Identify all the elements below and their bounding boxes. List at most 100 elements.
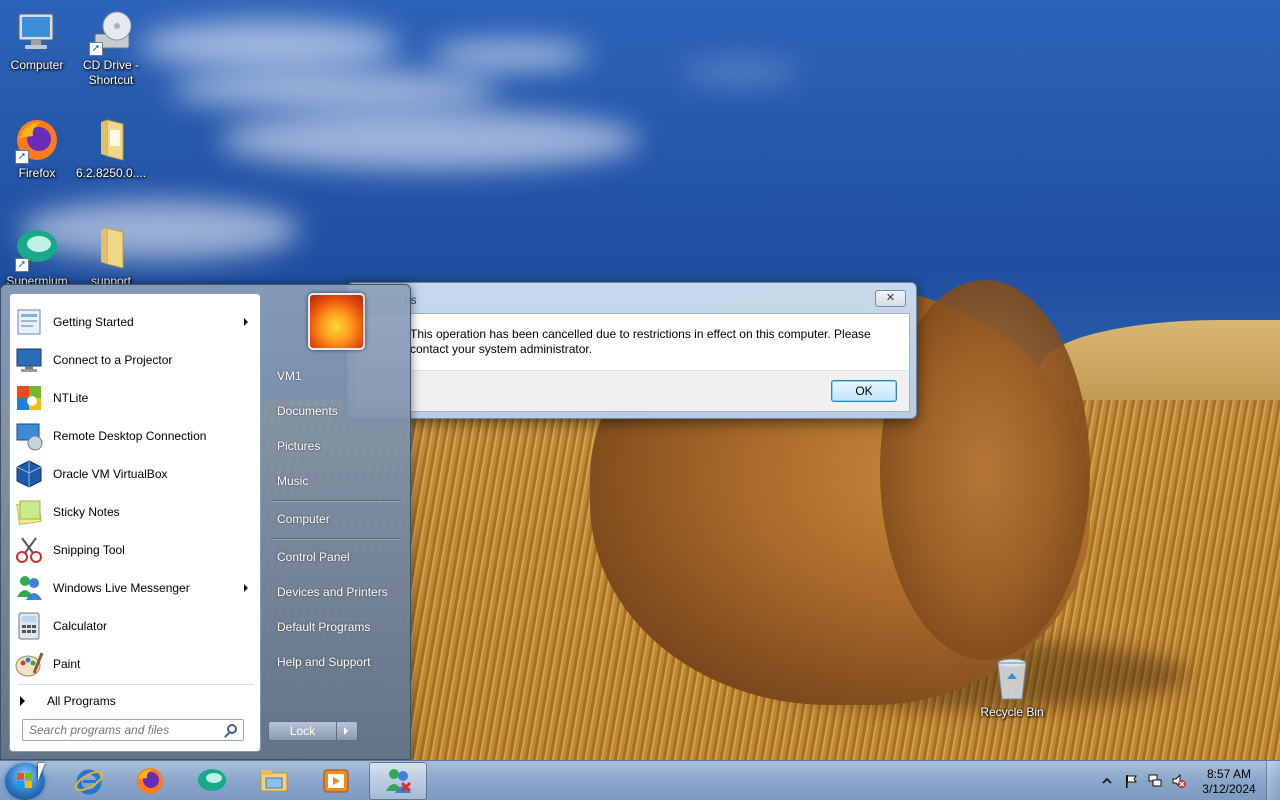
taskbar-firefox[interactable]: [121, 762, 179, 800]
computer-icon: [13, 8, 61, 56]
dialog-message: This operation has been cancelled due to…: [410, 327, 871, 356]
windows-logo-icon: [17, 773, 33, 789]
dialog-body: This operation has been cancelled due to…: [354, 313, 910, 412]
link-devices-and-printers[interactable]: Devices and Printers: [277, 585, 388, 599]
program-calculator[interactable]: Calculator: [14, 608, 258, 644]
sticky-notes-icon: [14, 497, 44, 527]
ok-button[interactable]: OK: [831, 380, 897, 402]
link-pictures[interactable]: Pictures: [277, 439, 320, 453]
system-clock[interactable]: 8:57 AM 3/12/2024: [1196, 767, 1262, 797]
volume-muted-icon[interactable]: [1172, 773, 1186, 789]
link-computer[interactable]: Computer: [277, 512, 330, 526]
program-label: Windows Live Messenger: [53, 581, 190, 595]
taskbar-media-player[interactable]: [307, 762, 365, 800]
taskbar: 8:57 AM 3/12/2024: [0, 760, 1280, 800]
paint-icon: [14, 649, 44, 679]
program-ntlite[interactable]: NTLite: [14, 380, 258, 416]
cd-drive-icon: ➚: [87, 8, 135, 56]
remote-desktop-icon: [14, 421, 44, 451]
program-paint[interactable]: Paint: [14, 646, 258, 682]
shortcut-arrow-icon: ➚: [15, 258, 29, 272]
desktop-icon-support[interactable]: support: [72, 224, 150, 289]
lock-button-group: Lock: [268, 721, 358, 741]
recycle-bin-icon: [988, 655, 1036, 703]
start-menu-programs-pane: Getting Started Connect to a Projector N…: [9, 293, 261, 752]
calculator-icon: [14, 611, 44, 641]
virtualbox-icon: [14, 459, 44, 489]
submenu-arrow-icon: [244, 584, 248, 592]
search-icon[interactable]: [227, 724, 237, 734]
program-sticky-notes[interactable]: Sticky Notes: [14, 494, 258, 530]
supermium-icon: ➚: [13, 224, 61, 272]
program-label: Calculator: [53, 619, 108, 633]
desktop-icon-firefox[interactable]: ➚ Firefox: [0, 116, 76, 181]
shortcut-arrow-icon: ➚: [89, 42, 103, 56]
shutdown-options-arrow-icon[interactable]: [337, 722, 357, 740]
link-default-programs[interactable]: Default Programs: [277, 620, 370, 634]
desktop-icon-computer[interactable]: Computer: [0, 8, 76, 73]
dialog-close-button[interactable]: ✕: [875, 290, 906, 307]
folder-icon: [87, 224, 135, 272]
restrictions-dialog: ns ✕ This operation has been cancelled d…: [347, 282, 917, 419]
close-icon: ✕: [885, 292, 896, 304]
program-label: Snipping Tool: [53, 543, 125, 557]
firefox-icon: ➚: [13, 116, 61, 164]
folder-icon: [87, 116, 135, 164]
lock-button[interactable]: Lock: [269, 722, 337, 740]
taskbar-supermium[interactable]: [183, 762, 241, 800]
desktop-icon-label: Recycle Bin: [980, 705, 1044, 719]
desktop-icon-supermium[interactable]: ➚ Supermium: [0, 224, 76, 289]
dialog-footer: OK: [355, 370, 909, 411]
shortcut-arrow-icon: ➚: [15, 150, 29, 164]
link-user-folder[interactable]: VM1: [277, 369, 302, 383]
right-pane-divider: [271, 500, 401, 501]
program-label: Getting Started: [53, 315, 134, 329]
ntlite-icon: [14, 383, 44, 413]
action-center-flag-icon[interactable]: [1124, 774, 1138, 788]
messenger-icon: [386, 769, 412, 793]
right-pane-divider: [271, 538, 401, 539]
desktop-icon-label: Firefox: [18, 166, 56, 180]
program-connect-to-a-projector[interactable]: Connect to a Projector: [14, 342, 258, 378]
program-windows-live-messenger[interactable]: Windows Live Messenger: [14, 570, 258, 606]
file-explorer-icon: [260, 770, 288, 792]
link-help-and-support[interactable]: Help and Support: [277, 655, 370, 669]
program-label: NTLite: [53, 391, 89, 405]
media-player-icon: [323, 769, 349, 793]
desktop-icon-folder-6-2-8250[interactable]: 6.2.8250.0....: [72, 116, 150, 181]
desktop-icon-recycle-bin[interactable]: Recycle Bin: [973, 655, 1051, 720]
submenu-arrow-icon: [244, 318, 248, 326]
desktop-icon-label: Computer: [10, 58, 64, 72]
program-snipping-tool[interactable]: Snipping Tool: [14, 532, 258, 568]
projector-icon: [14, 345, 44, 375]
taskbar-windows-live-messenger[interactable]: [369, 762, 427, 800]
clock-date: 3/12/2024: [1202, 782, 1256, 796]
program-oracle-vm-virtualbox[interactable]: Oracle VM VirtualBox: [14, 456, 258, 492]
program-label: Paint: [53, 657, 81, 671]
mouse-cursor-icon: [38, 763, 45, 781]
program-remote-desktop-connection[interactable]: Remote Desktop Connection: [14, 418, 258, 454]
all-programs-button[interactable]: All Programs: [20, 690, 116, 712]
user-account-picture[interactable]: [308, 293, 365, 350]
program-label: Sticky Notes: [53, 505, 120, 519]
clock-time: 8:57 AM: [1206, 767, 1252, 781]
supermium-icon: [198, 769, 226, 791]
desktop-icon-label: CD Drive - Shortcut: [83, 58, 139, 87]
taskbar-file-explorer[interactable]: [245, 762, 303, 800]
taskbar-internet-explorer[interactable]: [60, 762, 118, 800]
search-input[interactable]: [29, 720, 223, 740]
show-desktop-button[interactable]: [1266, 761, 1280, 800]
snipping-tool-icon: [14, 535, 44, 565]
programs-divider: [18, 684, 254, 685]
internet-explorer-icon: [74, 769, 104, 795]
network-icon[interactable]: [1148, 774, 1162, 788]
show-hidden-icons-icon[interactable]: [1100, 774, 1114, 788]
program-getting-started[interactable]: Getting Started: [14, 304, 258, 340]
start-menu: Getting Started Connect to a Projector N…: [0, 284, 411, 760]
link-documents[interactable]: Documents: [277, 404, 338, 418]
start-search-box[interactable]: [22, 719, 244, 741]
link-control-panel[interactable]: Control Panel: [277, 550, 350, 564]
getting-started-icon: [14, 307, 44, 337]
link-music[interactable]: Music: [277, 474, 308, 488]
desktop-icon-cd-drive-shortcut[interactable]: ➚ CD Drive - Shortcut: [72, 8, 150, 88]
